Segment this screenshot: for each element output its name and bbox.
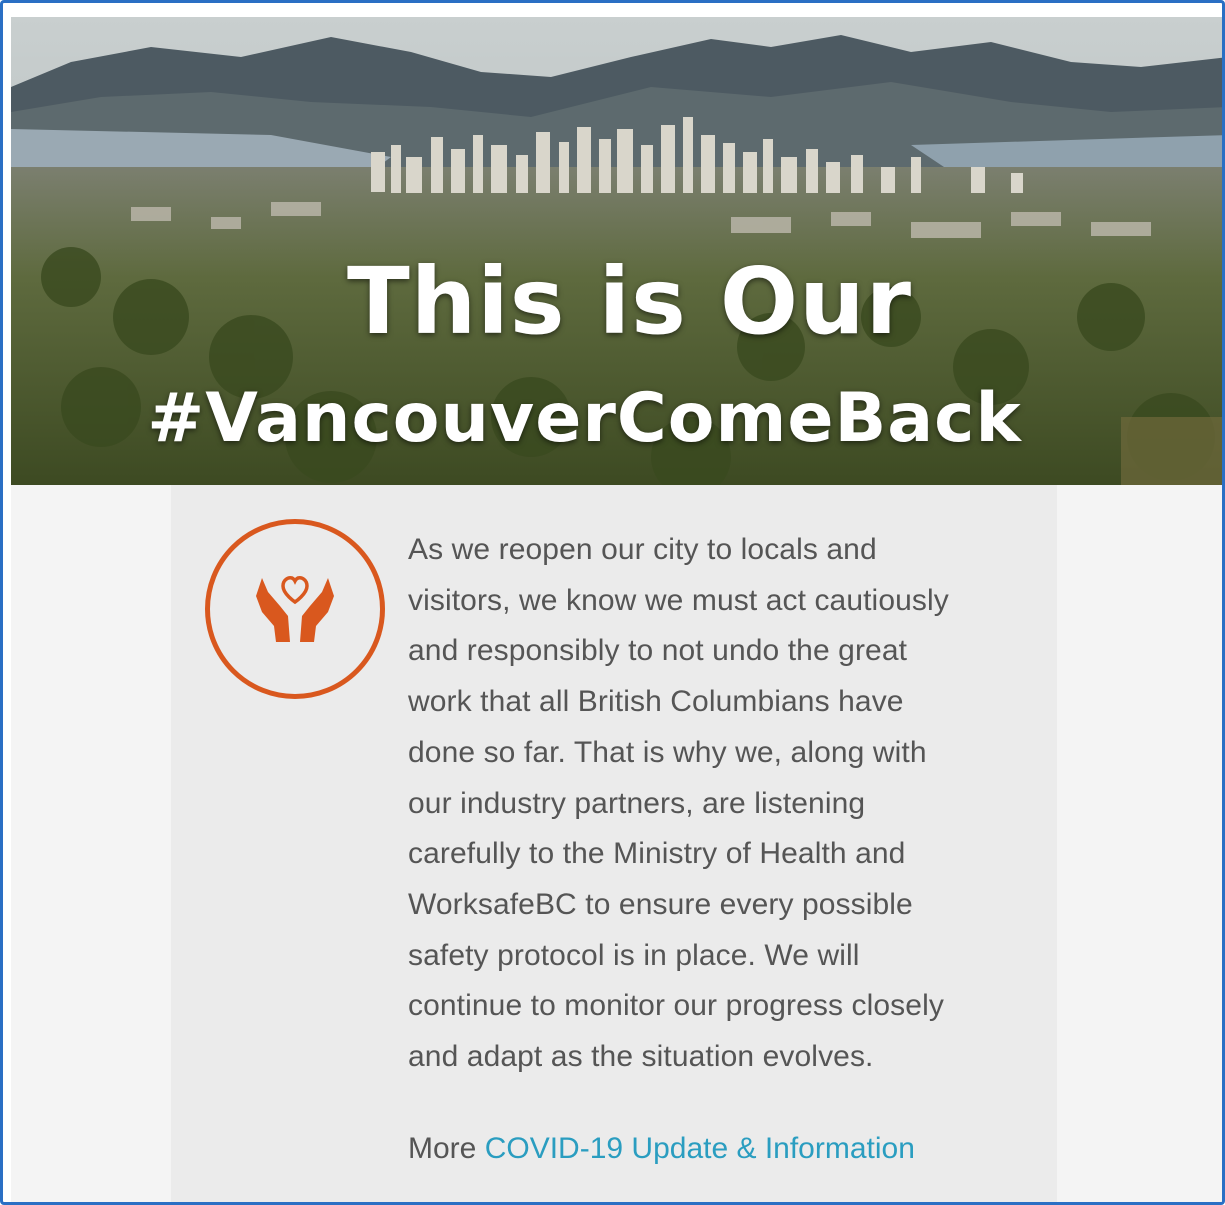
message-line: WorksafeBC to ensure every possible: [408, 887, 913, 921]
message-line: done so far. That is why we, along with: [408, 735, 927, 769]
message-line: our industry partners, are listening: [408, 786, 866, 820]
more-prefix: More: [408, 1132, 477, 1165]
hands-heart-icon: [205, 519, 385, 699]
content-section: As we reopen our city to locals and visi…: [11, 485, 1222, 1202]
message-line: and responsibly to not undo the great: [408, 634, 908, 668]
message-line: visitors, we know we must act cautiously: [408, 583, 949, 617]
message-line: safety protocol is in place. We will: [408, 938, 860, 972]
browser-frame: This is Our #VancouverComeBack As we reo…: [0, 0, 1225, 1205]
hero-title-line1: This is Our: [347, 248, 912, 355]
message-line: and adapt as the situation evolves.: [408, 1040, 874, 1074]
hero-banner: This is Our #VancouverComeBack: [11, 17, 1222, 485]
more-info: More COVID-19 Update & Information: [408, 1129, 915, 1169]
reopening-message: As we reopen our city to locals and visi…: [408, 525, 1048, 1083]
covid-info-link[interactable]: COVID-19 Update & Information: [485, 1132, 915, 1165]
hero-title-line2: #VancouverComeBack: [147, 379, 1022, 458]
message-line: As we reopen our city to locals and: [408, 533, 877, 566]
message-line: work that all British Columbians have: [408, 685, 904, 719]
message-line: continue to monitor our progress closely: [408, 989, 944, 1023]
message-line: carefully to the Ministry of Health and: [408, 837, 906, 871]
message-panel: As we reopen our city to locals and visi…: [171, 485, 1057, 1202]
